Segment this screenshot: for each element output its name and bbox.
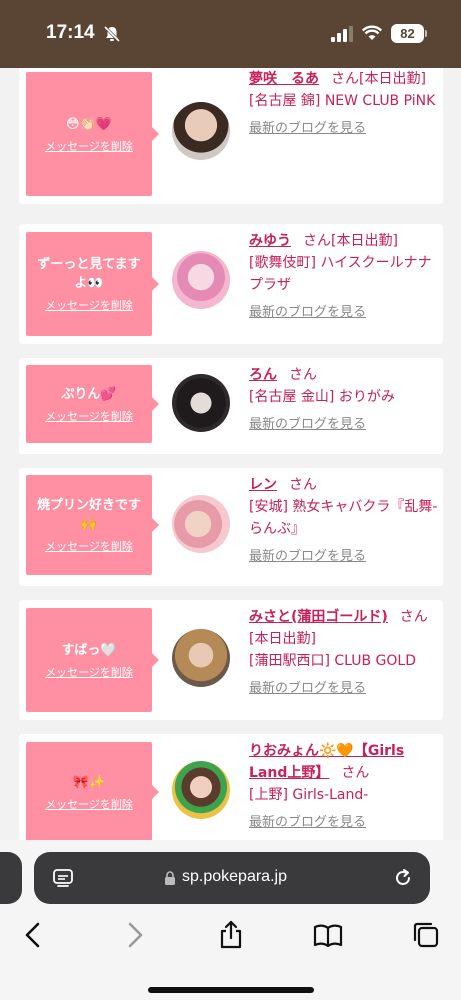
- list-item: ずーっと見てますよ👀 メッセージを削除 みゆう さん[本日出勤] [歌舞伎町] ハ…: [19, 224, 443, 344]
- profile-info: レン さん [安城] 熟女キャバクラ『乱舞-らんぶ』 最新のブログを見る: [249, 474, 439, 568]
- message-bubble: ぷりん💕 メッセージを削除: [26, 365, 159, 443]
- message-text: ぷりん💕: [61, 386, 117, 402]
- profile-name-link[interactable]: みゆう: [249, 233, 291, 249]
- back-icon[interactable]: [19, 920, 49, 950]
- lock-icon: [165, 871, 175, 885]
- shop-info: [名古屋 金山] おりがみ: [249, 389, 395, 405]
- profile-info: 夢咲 るあ さん[本日出勤] [名古屋 錦] NEW CLUB PiNK 最新のブ…: [249, 68, 439, 140]
- message-text: すばっ🤍: [61, 642, 117, 658]
- avatar[interactable]: [172, 761, 230, 819]
- message-feed[interactable]: 😳👏🏻💗 メッセージを削除 夢咲 るあ さん[本日出勤] [名古屋 錦] NEW …: [0, 68, 461, 840]
- honorific: さん: [303, 233, 331, 249]
- shop-info: [名古屋 錦] NEW CLUB PiNK: [249, 93, 436, 109]
- profile-name-link[interactable]: りおみょん🔆🧡【Girls Land上野】: [249, 743, 404, 781]
- share-icon[interactable]: [216, 920, 246, 950]
- message-text: ずーっと見てますよ👀: [37, 257, 141, 291]
- honorific: さん: [341, 765, 370, 781]
- delete-message-link[interactable]: メッセージを削除: [45, 796, 133, 812]
- honorific: さん: [289, 477, 317, 493]
- list-item: 焼プリン好きです🙌 メッセージを削除 レン さん [安城] 熟女キャバクラ『乱舞-…: [19, 468, 443, 586]
- latest-blog-link[interactable]: 最新のブログを見る: [249, 678, 439, 700]
- honorific: さん: [399, 609, 428, 625]
- delete-message-link[interactable]: メッセージを削除: [45, 297, 133, 313]
- honorific: さん: [331, 71, 359, 87]
- url-text: sp.pokepara.jp: [182, 868, 287, 885]
- message-bubble: すばっ🤍 メッセージを削除: [26, 608, 159, 712]
- latest-blog-link[interactable]: 最新のブログを見る: [249, 118, 439, 140]
- list-item: 🎀✨ メッセージを削除 りおみょん🔆🧡【Girls Land上野】 さん [上野]…: [19, 734, 443, 840]
- shop-info: [歌舞伎町] ハイスクールナナプラザ: [249, 255, 432, 293]
- message-text: 焼プリン好きです🙌: [36, 498, 141, 532]
- message-text: 😳👏🏻💗: [66, 116, 112, 132]
- list-item: 😳👏🏻💗 メッセージを削除 夢咲 るあ さん[本日出勤] [名古屋 錦] NEW …: [19, 68, 443, 204]
- forward-icon[interactable]: [119, 920, 149, 950]
- battery-level: 82: [391, 24, 424, 43]
- profile-info: ろん さん [名古屋 金山] おりがみ 最新のブログを見る: [249, 364, 439, 436]
- message-text: 🎀✨: [72, 774, 106, 790]
- message-bubble: 😳👏🏻💗 メッセージを削除: [26, 72, 159, 196]
- profile-name-link[interactable]: ろん: [249, 367, 277, 383]
- browser-toolbar: sp.pokepara.jp: [0, 840, 461, 1000]
- latest-blog-link[interactable]: 最新のブログを見る: [249, 546, 439, 568]
- profile-name-link[interactable]: 夢咲 るあ: [249, 71, 319, 87]
- wifi-icon: [362, 25, 382, 40]
- avatar[interactable]: [172, 374, 230, 432]
- delete-message-link[interactable]: メッセージを削除: [45, 138, 133, 154]
- profile-info: みさと(蒲田ゴールド) さん [本日出勤] [蒲田駅西口] CLUB GOLD 最新…: [249, 606, 439, 700]
- message-bubble: 焼プリン好きです🙌 メッセージを削除: [26, 475, 159, 575]
- delete-message-link[interactable]: メッセージを削除: [45, 408, 133, 424]
- profile-name-link[interactable]: レン: [249, 477, 277, 493]
- shop-info: [上野] Girls-Land-: [249, 787, 369, 803]
- tabs-icon[interactable]: [411, 920, 441, 950]
- message-bubble: 🎀✨ メッセージを削除: [26, 742, 159, 840]
- cellular-signal-icon: [331, 26, 353, 42]
- latest-blog-link[interactable]: 最新のブログを見る: [249, 414, 439, 436]
- profile-info: りおみょん🔆🧡【Girls Land上野】 さん [上野] Girls-Land-…: [249, 740, 439, 834]
- list-item: ぷりん💕 メッセージを削除 ろん さん [名古屋 金山] おりがみ 最新のブログを…: [19, 358, 443, 454]
- avatar[interactable]: [172, 495, 230, 553]
- avatar[interactable]: [172, 629, 230, 687]
- bookmarks-icon[interactable]: [313, 920, 343, 950]
- address-bar[interactable]: sp.pokepara.jp: [34, 852, 430, 904]
- honorific: さん: [289, 367, 317, 383]
- home-indicator: [148, 987, 314, 993]
- avatar[interactable]: [172, 102, 230, 160]
- previous-tab-preview[interactable]: [0, 852, 22, 904]
- delete-message-link[interactable]: メッセージを削除: [45, 664, 133, 680]
- attendance-status: [本日出勤]: [359, 71, 426, 87]
- shop-info: [安城] 熟女キャバクラ『乱舞-らんぶ』: [249, 499, 438, 537]
- reload-icon[interactable]: [392, 867, 414, 889]
- attendance-status: [本日出勤]: [249, 631, 316, 647]
- shop-info: [蒲田駅西口] CLUB GOLD: [249, 653, 417, 669]
- status-time: 17:14: [46, 22, 95, 43]
- delete-message-link[interactable]: メッセージを削除: [45, 538, 133, 554]
- page-menu-icon[interactable]: [52, 867, 74, 889]
- latest-blog-link[interactable]: 最新のブログを見る: [249, 302, 439, 324]
- profile-info: みゆう さん[本日出勤] [歌舞伎町] ハイスクールナナプラザ 最新のブログを見る: [249, 230, 439, 324]
- message-bubble: ずーっと見てますよ👀 メッセージを削除: [26, 232, 159, 336]
- profile-name-link[interactable]: みさと(蒲田ゴールド): [249, 609, 388, 625]
- attendance-status: [本日出勤]: [331, 233, 398, 249]
- status-bar: 17:14 82: [0, 0, 461, 68]
- avatar[interactable]: [172, 251, 230, 309]
- latest-blog-link[interactable]: 最新のブログを見る: [249, 812, 439, 834]
- bell-off-icon: [103, 25, 121, 43]
- battery-tip: [425, 30, 427, 37]
- list-item: すばっ🤍 メッセージを削除 みさと(蒲田ゴールド) さん [本日出勤] [蒲田駅西口…: [19, 600, 443, 720]
